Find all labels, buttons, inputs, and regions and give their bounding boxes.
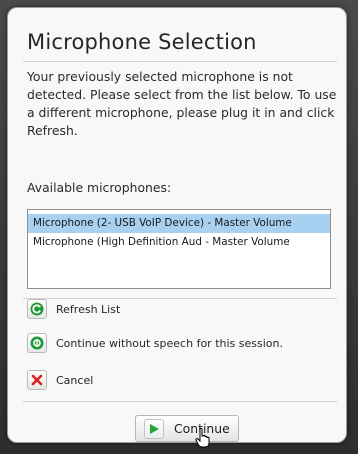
cancel-x-icon (27, 370, 47, 390)
microphone-list-item[interactable]: Microphone (2- USB VoIP Device) - Master… (28, 214, 330, 233)
dialog-message: Your previously selected microphone is n… (27, 69, 337, 138)
refresh-list-label: Refresh List (56, 302, 121, 316)
cancel-button[interactable]: Cancel (27, 369, 93, 391)
play-arrow-icon (144, 418, 164, 439)
microphone-list[interactable]: Microphone (2- USB VoIP Device) - Master… (27, 209, 331, 289)
available-microphones-label: Available microphones: (27, 180, 172, 195)
dialog-title: Microphone Selection (27, 30, 257, 54)
hand-pointer-cursor-icon (195, 428, 210, 448)
continue-button[interactable]: Continue (135, 415, 239, 442)
continue-without-speech-button[interactable]: Continue without speech for this session… (27, 332, 283, 354)
title-divider (23, 61, 337, 62)
microphone-list-item[interactable]: Microphone (High Definition Aud - Master… (28, 233, 330, 252)
continue-without-speech-label: Continue without speech for this session… (56, 336, 283, 350)
window-background: Microphone Selection Your previously sel… (0, 0, 358, 454)
refresh-list-button[interactable]: Refresh List (27, 298, 120, 320)
no-speech-icon (27, 333, 47, 353)
refresh-icon (27, 299, 47, 319)
cancel-label: Cancel (56, 373, 94, 387)
footer-divider (23, 401, 337, 402)
